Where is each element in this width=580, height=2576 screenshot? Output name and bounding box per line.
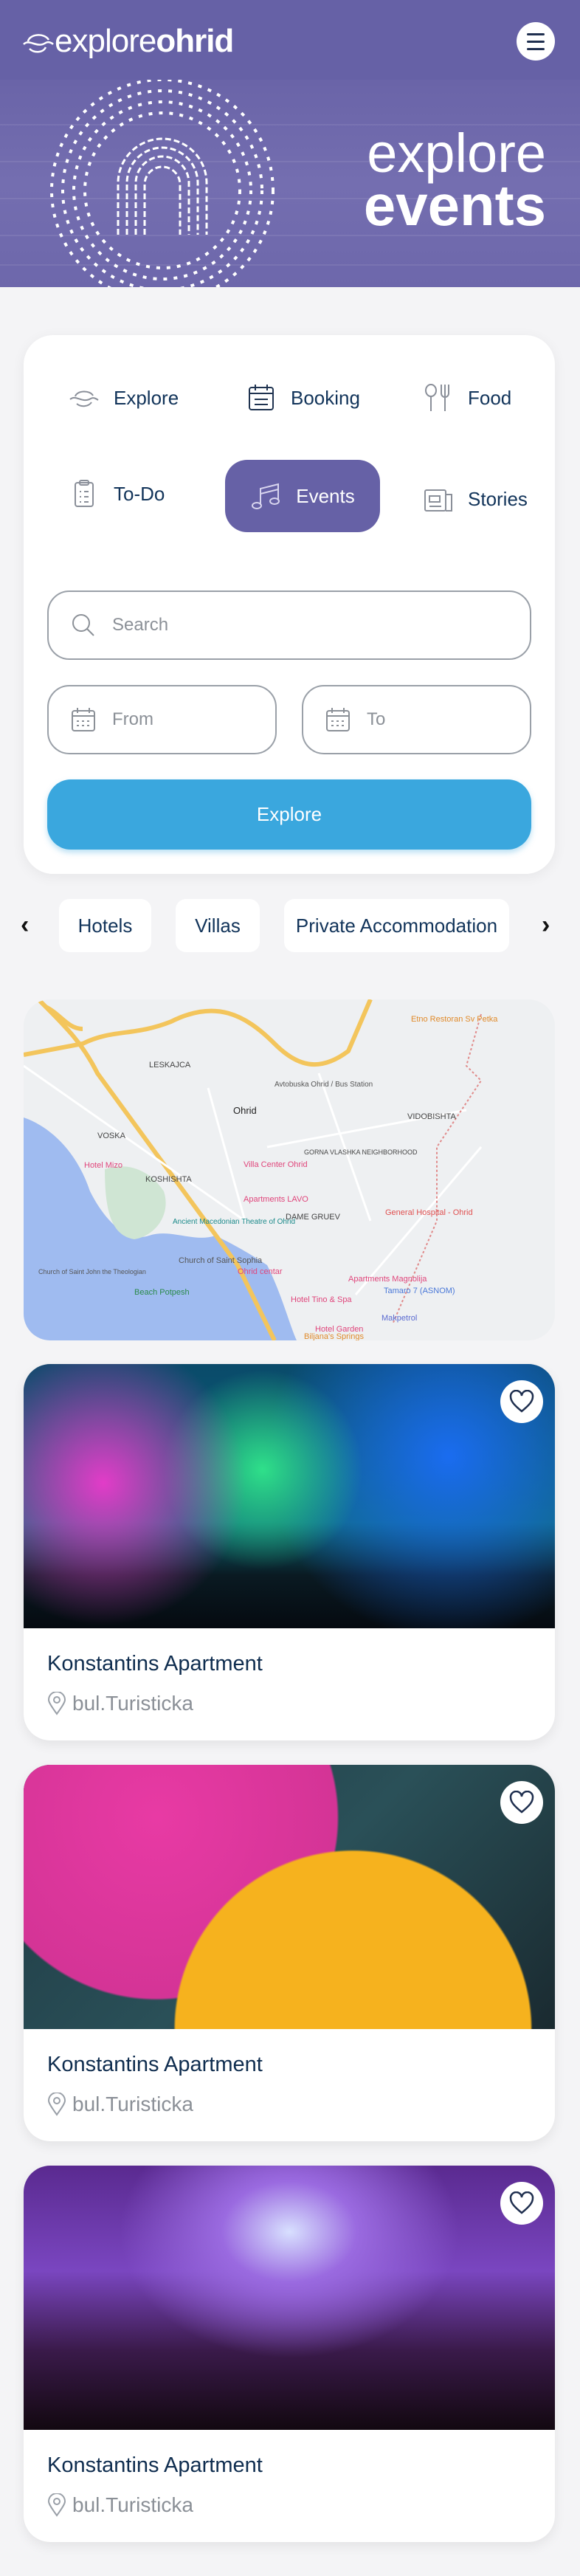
card-location: bul.Turisticka xyxy=(47,1692,193,1715)
map-label: Biljana's Springs xyxy=(304,1332,364,1340)
nav-todo[interactable]: To-Do xyxy=(68,475,165,512)
nav-label: Explore xyxy=(114,386,179,409)
map-label: Villa Center Ohrid xyxy=(244,1160,308,1169)
heart-icon xyxy=(509,1390,534,1413)
calendar-icon xyxy=(72,708,95,731)
card-title: Konstantins Apartment xyxy=(47,2453,263,2477)
location-pin-icon xyxy=(47,2093,66,2116)
event-card[interactable]: Konstantins Apartment bul.Turisticka xyxy=(24,2166,555,2542)
calendar-icon xyxy=(326,708,350,731)
event-card[interactable]: Konstantins Apartment bul.Turisticka xyxy=(24,1364,555,1740)
card-title: Konstantins Apartment xyxy=(47,1652,263,1676)
explore-wave-icon xyxy=(69,390,99,407)
card-location: bul.Turisticka xyxy=(47,2093,193,2116)
map-label: VOSKA xyxy=(97,1132,126,1140)
chevron-left-icon[interactable]: ‹ xyxy=(21,911,29,940)
nav-explore[interactable]: Explore xyxy=(68,379,179,416)
logo-wave-icon xyxy=(23,34,54,53)
map-label: VIDOBISHTA xyxy=(407,1112,456,1121)
map-label: Makpetrol xyxy=(382,1314,417,1323)
top-bar: explore ohrid xyxy=(0,0,580,80)
favorite-button[interactable] xyxy=(500,2182,543,2225)
hamburger-line xyxy=(527,47,545,50)
from-placeholder: From xyxy=(112,709,153,729)
to-placeholder: To xyxy=(367,709,386,729)
search-input[interactable]: Search xyxy=(47,590,531,660)
map-label: Apartments Magnolija xyxy=(348,1275,427,1284)
explore-button[interactable]: Explore xyxy=(47,779,531,850)
music-note-icon xyxy=(252,483,280,509)
map-label: KOSHISHTA xyxy=(145,1175,192,1184)
calendar-list-icon xyxy=(249,385,274,410)
map-label: Ancient Macedonian Theatre of Ohrid xyxy=(173,1218,295,1226)
map-label: Church of Saint Sophia xyxy=(179,1256,263,1265)
heart-icon xyxy=(509,2191,534,2214)
nav-food[interactable]: Food xyxy=(422,379,511,416)
heart-icon xyxy=(509,1791,534,1814)
search-placeholder: Search xyxy=(112,615,169,635)
map-label: Church of Saint John the Theologian xyxy=(38,1268,146,1275)
map-label: Etno Restoran Sv Petka xyxy=(411,1015,498,1024)
hero-banner: explore events xyxy=(0,80,580,287)
map-label: Apartments LAVO xyxy=(244,1195,308,1204)
map-label: GORNA VLASHKA NEIGHBORHOOD xyxy=(304,1148,418,1156)
location-text: bul.Turisticka xyxy=(72,2493,193,2516)
hero-title: explore events xyxy=(363,123,546,238)
search-panel: Explore Booking Food To-Do Events Storie… xyxy=(24,335,555,874)
location-text: bul.Turisticka xyxy=(72,2093,193,2115)
chip-hotels[interactable]: Hotels xyxy=(59,899,151,952)
map-label: LESKAJCA xyxy=(149,1061,191,1070)
map-label: Beach Potpesh xyxy=(134,1288,190,1297)
nav-label: To-Do xyxy=(114,482,165,505)
event-image xyxy=(24,1364,555,1628)
location-text: bul.Turisticka xyxy=(72,1692,193,1715)
nav-label: Events xyxy=(296,484,355,507)
event-image xyxy=(24,2166,555,2430)
chip-villas[interactable]: Villas xyxy=(176,899,260,952)
card-title: Konstantins Apartment xyxy=(47,2053,263,2076)
hamburger-icon xyxy=(527,32,545,35)
location-pin-icon xyxy=(47,1692,66,1715)
nav-booking[interactable]: Booking xyxy=(245,379,360,416)
nav-stories[interactable]: Stories xyxy=(422,481,528,517)
event-image xyxy=(24,1765,555,2029)
event-card[interactable]: Konstantins Apartment bul.Turisticka xyxy=(24,1765,555,2141)
map[interactable]: LESKAJCA Ohrid VOSKA KOSHISHTA VIDOBISHT… xyxy=(24,999,555,1340)
favorite-button[interactable] xyxy=(500,1380,543,1423)
hamburger-line xyxy=(527,40,545,43)
menu-button[interactable] xyxy=(517,22,555,61)
hero-title-line1: explore xyxy=(367,123,546,184)
fork-spoon-icon xyxy=(425,384,449,411)
theatre-dots-illustration xyxy=(50,80,275,287)
chip-private-accommodation[interactable]: Private Accommodation xyxy=(284,899,509,952)
search-icon xyxy=(72,614,94,636)
clipboard-icon xyxy=(75,480,94,507)
card-location: bul.Turisticka xyxy=(47,2493,193,2517)
logo-light: explore xyxy=(55,23,156,59)
map-label: Ohrid xyxy=(233,1105,257,1116)
map-canvas: LESKAJCA Ohrid VOSKA KOSHISHTA VIDOBISHT… xyxy=(24,999,498,1340)
map-label: Hotel Mizo xyxy=(84,1161,122,1170)
chevron-right-icon[interactable]: › xyxy=(542,911,550,940)
logo-bold: ohrid xyxy=(156,23,234,59)
date-from-field[interactable]: From xyxy=(47,685,277,754)
nav-label: Booking xyxy=(291,386,360,409)
nav-label: Food xyxy=(468,386,512,409)
hero-title-line2: events xyxy=(363,173,546,238)
location-pin-icon xyxy=(47,2493,66,2517)
map-label: General Hospital - Ohrid xyxy=(385,1208,473,1217)
map-label: Avtobuska Ohrid / Bus Station xyxy=(275,1081,373,1089)
nav-label: Stories xyxy=(468,487,528,510)
date-to-field[interactable]: To xyxy=(302,685,531,754)
favorite-button[interactable] xyxy=(500,1781,543,1824)
nav-events[interactable]: Events xyxy=(225,460,380,532)
map-label: Hotel Tino & Spa xyxy=(291,1295,352,1304)
logo[interactable]: explore ohrid xyxy=(22,21,234,62)
map-label: Tamaro 7 (ASNOM) xyxy=(384,1287,455,1295)
newspaper-icon xyxy=(424,489,452,512)
map-label: Ohrid centar xyxy=(238,1267,283,1276)
